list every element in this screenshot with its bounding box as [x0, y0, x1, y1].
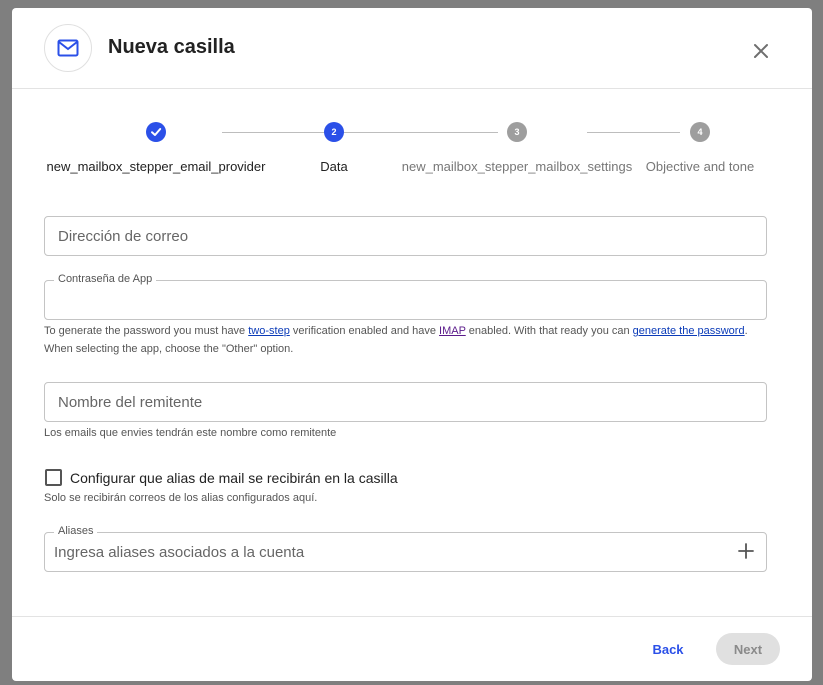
aliases-input[interactable] [45, 533, 766, 571]
step-4-circle[interactable]: 4 [690, 122, 710, 142]
aliases-checkbox-label: Configurar que alias de mail se recibirá… [70, 469, 398, 486]
plus-icon[interactable] [738, 543, 754, 559]
check-icon [151, 128, 162, 136]
aliases-checkbox[interactable] [45, 469, 62, 486]
mail-icon-badge [44, 24, 92, 72]
help-text: enabled. With that ready you can [465, 325, 633, 337]
two-step-link[interactable]: two-step [248, 325, 290, 337]
help-text: To generate the password you must have [44, 325, 249, 337]
email-input[interactable] [45, 217, 766, 255]
aliases-field: Aliases [44, 525, 767, 572]
stepper-connector-2 [587, 132, 680, 133]
sender-name-field [44, 382, 767, 422]
step-3-circle[interactable]: 3 [507, 122, 527, 142]
modal-title: Nueva casilla [108, 36, 235, 58]
step-3-label: new_mailbox_stepper_mailbox_settings [401, 159, 633, 174]
step-4-label: Objective and tone [645, 159, 755, 174]
app-password-input[interactable] [45, 281, 766, 319]
step-1-label: new_mailbox_stepper_email_provider [46, 159, 266, 174]
generate-password-link[interactable]: generate the password [633, 325, 745, 337]
mail-icon [57, 39, 79, 57]
modal-header: Nueva casilla [12, 8, 812, 89]
help-text: verification enabled and have [289, 325, 440, 337]
aliases-checkbox-help: Solo se recibirán correos de los alias c… [44, 492, 318, 504]
step-1-complete[interactable] [146, 122, 166, 142]
back-button[interactable]: Back [640, 634, 696, 664]
imap-link[interactable]: IMAP [439, 325, 466, 337]
app-password-help: To generate the password you must have t… [44, 322, 765, 358]
close-icon[interactable] [749, 39, 773, 63]
sender-name-help: Los emails que envies tendrán este nombr… [44, 427, 337, 439]
new-mailbox-modal: Nueva casilla 2 3 4 new_mailbox_stepper_… [12, 8, 812, 681]
step-2-label: Data [320, 159, 348, 174]
sender-name-input[interactable] [45, 383, 766, 421]
email-field [44, 216, 767, 256]
next-button[interactable]: Next [716, 633, 780, 665]
step-2-circle[interactable]: 2 [324, 122, 344, 142]
aliases-checkbox-row[interactable]: Configurar que alias de mail se recibirá… [45, 469, 398, 486]
stepper-connector-1 [222, 132, 498, 133]
app-password-field: Contraseña de App [44, 273, 767, 320]
